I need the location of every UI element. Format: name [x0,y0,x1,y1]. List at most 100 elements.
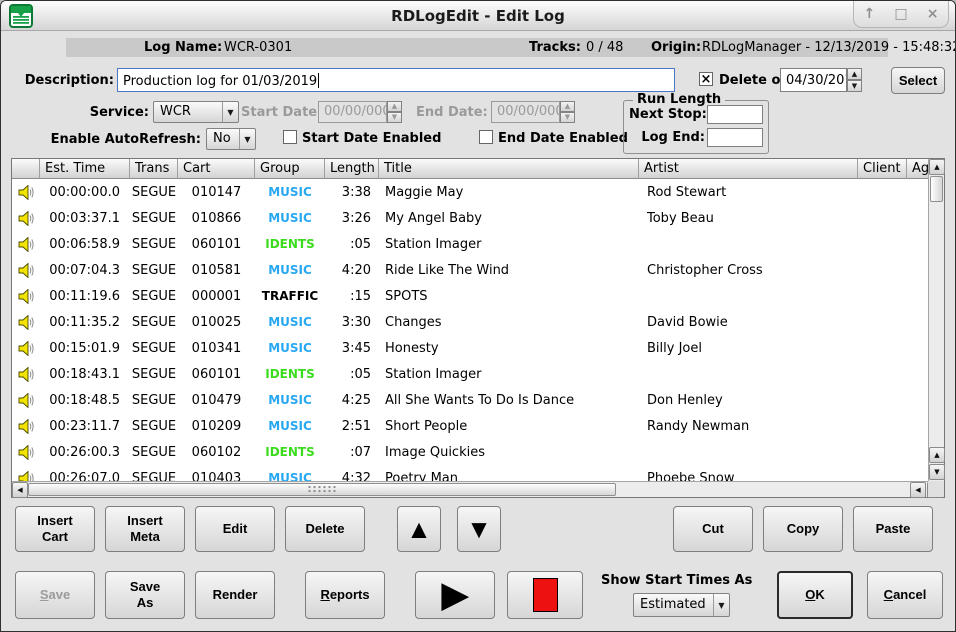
down-arrow-icon: ▼ [466,516,492,542]
move-up-button[interactable]: ▲ [397,506,441,552]
est-time-cell: 00:11:19.6 [40,289,130,304]
save-as-button[interactable]: Save As [105,571,185,619]
log-row[interactable]: 00:06:58.9 SEGUE 060101 IDENTS :05 Stati… [12,231,930,257]
cancel-button[interactable]: Cancel [867,571,943,619]
start-date-enabled-checkbox[interactable] [283,130,297,144]
stop-button[interactable] [507,571,583,619]
column-header-cart[interactable]: Cart [178,159,255,179]
start-date-enabled-label: Start Date Enabled [302,131,441,146]
delete-date-spinner[interactable]: ▲ ▼ [847,68,862,92]
column-header-agency[interactable]: Age [907,159,930,179]
reports-button[interactable]: Reports [305,571,385,619]
log-row[interactable]: 00:03:37.1 SEGUE 010866 MUSIC 3:26 My An… [12,205,930,231]
scroll-up-icon[interactable]: ▲ [929,159,945,175]
edit-button[interactable]: Edit [195,506,275,552]
cart-cell: 010403 [178,471,255,482]
log-row[interactable]: 00:15:01.9 SEGUE 010341 MUSIC 3:45 Hones… [12,335,930,361]
log-row[interactable]: 00:00:00.0 SEGUE 010147 MUSIC 3:38 Maggi… [12,179,930,205]
length-cell: 3:38 [325,185,379,200]
delete-on-checkbox[interactable]: × [699,72,713,86]
autorefresh-label: Enable AutoRefresh: [29,132,201,147]
cart-cell: 060101 [178,367,255,382]
title-cell: Honesty [379,341,639,356]
spin-up-icon[interactable]: ▲ [847,68,862,80]
length-cell: :15 [325,289,379,304]
column-header-group[interactable]: Group [255,159,325,179]
artist-cell: Billy Joel [639,341,858,356]
column-header-trans[interactable]: Trans [130,159,178,179]
trans-cell: SEGUE [130,341,178,356]
ok-button[interactable]: OK [777,571,853,619]
rdlogedit-window: RDLogEdit - Edit Log ↑ □ × Log Name: WCR… [0,0,956,632]
log-row[interactable]: 00:18:43.1 SEGUE 060101 IDENTS :05 Stati… [12,361,930,387]
log-row[interactable]: 00:23:11.7 SEGUE 010209 MUSIC 2:51 Short… [12,413,930,439]
cut-button[interactable]: Cut [673,506,753,552]
audio-cell [12,367,40,382]
save-button[interactable]: Save [15,571,95,619]
audio-cell [12,237,40,252]
service-select[interactable]: WCR ▼ [153,101,239,123]
group-cell: MUSIC [255,211,325,225]
vertical-scrollbar[interactable]: ▲ ▲ ▼ [928,159,944,481]
select-date-button[interactable]: Select [891,67,945,94]
play-button[interactable]: ▶ [415,571,495,619]
end-date-enabled-checkbox[interactable] [479,130,493,144]
column-header-client[interactable]: Client [858,159,907,179]
est-time-cell: 00:26:07.0 [40,471,130,482]
show-start-times-select[interactable]: Estimated ▼ [633,593,730,617]
delete-date-input[interactable]: 04/30/2019 [780,68,847,92]
scroll-left-icon[interactable]: ◀ [12,482,28,498]
autorefresh-select[interactable]: No ▼ [206,128,256,150]
est-time-cell: 00:18:48.5 [40,393,130,408]
window-title: RDLogEdit - Edit Log [1,7,955,25]
column-header-title[interactable]: Title [379,159,639,179]
log-row[interactable]: 00:26:07.0 SEGUE 010403 MUSIC 4:32 Poetr… [12,465,930,481]
log-row[interactable]: 00:11:19.6 SEGUE 000001 TRAFFIC :15 SPOT… [12,283,930,309]
length-cell: :05 [325,237,379,252]
move-down-button[interactable]: ▼ [457,506,501,552]
title-cell: Station Imager [379,367,639,382]
delete-button[interactable]: Delete [285,506,365,552]
cart-cell: 060101 [178,237,255,252]
log-row[interactable]: 00:18:48.5 SEGUE 010479 MUSIC 4:25 All S… [12,387,930,413]
next-stop-label: Next Stop: [629,107,705,122]
scroll-down-icon[interactable]: ▼ [929,464,945,480]
cart-cell: 060102 [178,445,255,460]
group-cell: MUSIC [255,315,325,329]
column-header-icon[interactable] [12,159,40,179]
checkbox-x-icon: × [701,73,712,86]
log-info-bar: Log Name: WCR-0301 Tracks: 0 / 48 Origin… [66,38,888,57]
log-row[interactable]: 00:26:00.3 SEGUE 060102 IDENTS :07 Image… [12,439,930,465]
render-button[interactable]: Render [195,571,275,619]
column-header-artist[interactable]: Artist [639,159,858,179]
copy-button[interactable]: Copy [763,506,843,552]
audio-cell [12,341,40,356]
length-cell: :05 [325,367,379,382]
shade-window-icon[interactable]: ↑ [864,7,876,21]
next-stop-value [707,105,763,124]
paste-button[interactable]: Paste [853,506,933,552]
log-table-body: 00:00:00.0 SEGUE 010147 MUSIC 3:38 Maggi… [12,179,930,481]
horizontal-scroll-thumb[interactable] [28,483,616,496]
title-bar[interactable]: RDLogEdit - Edit Log ↑ □ × [1,1,955,31]
length-cell: 4:20 [325,263,379,278]
play-icon: ▶ [442,578,468,612]
text-cursor [318,73,319,88]
maximize-window-icon[interactable]: □ [894,7,907,21]
close-window-icon[interactable]: × [927,7,939,21]
log-row[interactable]: 00:07:04.3 SEGUE 010581 MUSIC 4:20 Ride … [12,257,930,283]
column-header-est-time[interactable]: Est. Time [40,159,130,179]
column-header-length[interactable]: Length [325,159,379,179]
scroll-up-icon[interactable]: ▲ [929,447,945,463]
insert-cart-button[interactable]: Insert Cart [15,506,95,552]
scroll-left-icon[interactable]: ◀ [910,482,926,498]
log-row[interactable]: 00:11:35.2 SEGUE 010025 MUSIC 3:30 Chang… [12,309,930,335]
vertical-scroll-thumb[interactable] [930,176,943,202]
insert-meta-button[interactable]: Insert Meta [105,506,185,552]
description-input[interactable]: Production log for 01/03/2019 [117,68,675,92]
spin-down-icon[interactable]: ▼ [847,80,862,92]
horizontal-scrollbar[interactable]: ◀ ◀ ▶ [12,481,944,497]
end-date-spinner: ▲ ▼ [560,101,575,123]
artist-cell: Don Henley [639,393,858,408]
length-cell: :07 [325,445,379,460]
